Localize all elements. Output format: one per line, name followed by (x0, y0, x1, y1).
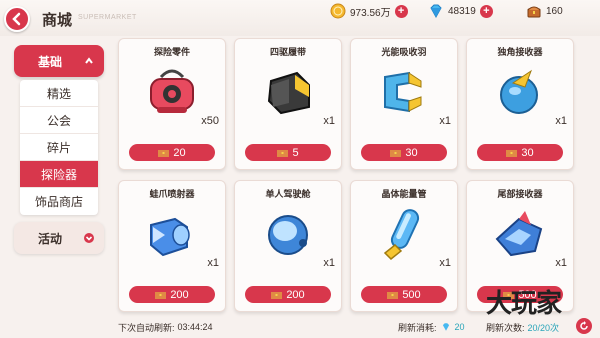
product-quantity: x1 (439, 115, 451, 127)
chest-counter: 160 (526, 2, 563, 20)
tail-receiver-icon (495, 211, 543, 257)
chevron-down-icon (84, 233, 94, 243)
blue-thruster-icon (150, 217, 190, 257)
product-grid: 探险零件 x50 20 四驱履带 x1 5 光能吸收羽 x1 30 独角接收器 … (118, 38, 578, 312)
buy-button[interactable]: 200 (129, 286, 215, 303)
refresh-icon (580, 321, 588, 330)
category-basic-label: 基础 (38, 54, 63, 69)
add-gem-button[interactable]: + (479, 4, 493, 18)
page-subtitle: SUPERMARKET (78, 14, 137, 21)
chest-amount: 160 (546, 5, 563, 17)
refresh-count-label: 刷新次数: (486, 322, 525, 333)
back-button[interactable] (4, 6, 30, 32)
sidebar-item-featured[interactable]: 精选 (20, 80, 98, 107)
product-name: 独角接收器 (497, 47, 543, 57)
product-name: 尾部接收器 (497, 189, 543, 199)
product-card[interactable]: 探险零件 x50 20 (118, 38, 226, 170)
product-quantity: x1 (555, 115, 567, 127)
refresh-label: 下次自动刷新: (118, 322, 175, 333)
refresh-cost-label: 刷新消耗: (398, 322, 437, 333)
product-quantity: x1 (439, 257, 451, 269)
refresh-count-value: 20/20次 (527, 322, 560, 333)
chevron-left-icon (12, 12, 21, 26)
refresh-time: 03:44:24 (177, 322, 213, 332)
product-quantity: x1 (323, 115, 335, 127)
treasure-chest-icon (158, 150, 170, 157)
product-quantity: x1 (323, 257, 335, 269)
sidebar-item-accessory-shop[interactable]: 饰品商店 (20, 188, 98, 215)
buy-button[interactable]: 5 (245, 144, 331, 161)
product-card[interactable]: 光能吸收羽 x1 30 (350, 38, 458, 170)
product-name: 光能吸收羽 (381, 47, 427, 57)
product-card[interactable]: 单人驾驶舱 x1 200 (234, 180, 342, 312)
buy-button[interactable]: 20 (129, 144, 215, 161)
glass-pod-icon (268, 215, 308, 255)
watermark-logo: 大玩家 (486, 289, 562, 319)
product-card[interactable]: 独角接收器 x1 30 (466, 38, 574, 170)
refresh-count: 刷新次数: 20/20次 (486, 318, 559, 336)
treasure-chest-icon (527, 6, 541, 18)
track-block-icon (267, 71, 310, 115)
treasure-chest-icon (277, 150, 289, 157)
refresh-button[interactable] (576, 318, 592, 334)
product-price: 200 (286, 288, 305, 301)
page-title: 商城 (42, 12, 73, 29)
gold-counter: 973.56万 + (330, 2, 408, 20)
chevron-up-icon (85, 57, 93, 64)
red-device-icon (150, 69, 194, 113)
product-card[interactable]: 蛙爪喷射器 x1 200 (118, 180, 226, 312)
product-name: 晶体能量管 (381, 189, 427, 199)
category-activity[interactable]: 活动 (14, 222, 104, 254)
category-sublist: 精选 公会 碎片 探险器 饰品商店 (20, 80, 98, 215)
treasure-chest-icon (155, 292, 167, 299)
treasure-chest-icon (271, 292, 283, 299)
top-bar: 商城 SUPERMARKET 973.56万 + 48319 + 160 (0, 0, 600, 36)
diamond-icon (442, 323, 449, 331)
treasure-chest-icon (390, 150, 402, 157)
refresh-timer: 下次自动刷新: 03:44:24 (118, 318, 213, 336)
buy-button[interactable]: 30 (477, 144, 563, 161)
sidebar-item-guild[interactable]: 公会 (20, 107, 98, 134)
product-quantity: x1 (555, 257, 567, 269)
gold-amount: 973.56万 (350, 7, 391, 19)
treasure-chest-icon (506, 150, 518, 157)
add-gold-button[interactable]: + (394, 4, 408, 18)
gold-coin-icon (330, 3, 346, 19)
category-activity-label: 活动 (38, 231, 63, 246)
product-name: 单人驾驶舱 (265, 189, 311, 199)
treasure-chest-icon (387, 292, 399, 299)
product-name: 四驱履带 (269, 47, 306, 57)
product-name: 探险零件 (153, 47, 190, 57)
category-basic[interactable]: 基础 (14, 45, 104, 77)
refresh-cost: 刷新消耗: 20 (398, 318, 465, 336)
product-card[interactable]: 晶体能量管 x1 500 (350, 180, 458, 312)
product-quantity: x50 (201, 115, 219, 127)
product-price: 20 (173, 146, 186, 159)
product-price: 5 (292, 146, 299, 159)
product-price: 30 (405, 146, 418, 159)
product-card[interactable]: 四驱履带 x1 5 (234, 38, 342, 170)
blue-clamp-icon (384, 71, 422, 113)
product-price: 500 (402, 288, 421, 301)
buy-button[interactable]: 500 (361, 286, 447, 303)
sidebar-item-explorer[interactable]: 探险器 (20, 161, 98, 188)
blue-orb-icon (500, 69, 538, 114)
gem-amount: 48319 (448, 5, 476, 17)
product-price: 200 (170, 288, 189, 301)
buy-button[interactable]: 30 (361, 144, 447, 161)
product-price: 30 (521, 146, 534, 159)
diamond-icon (430, 4, 442, 19)
sidebar-item-fragments[interactable]: 碎片 (20, 134, 98, 161)
buy-button[interactable]: 200 (245, 286, 331, 303)
product-name: 蛙爪喷射器 (149, 189, 195, 199)
refresh-cost-value: 20 (454, 322, 465, 332)
gem-counter: 48319 + (428, 2, 493, 20)
crystal-tube-icon (383, 209, 420, 261)
product-quantity: x1 (207, 257, 219, 269)
